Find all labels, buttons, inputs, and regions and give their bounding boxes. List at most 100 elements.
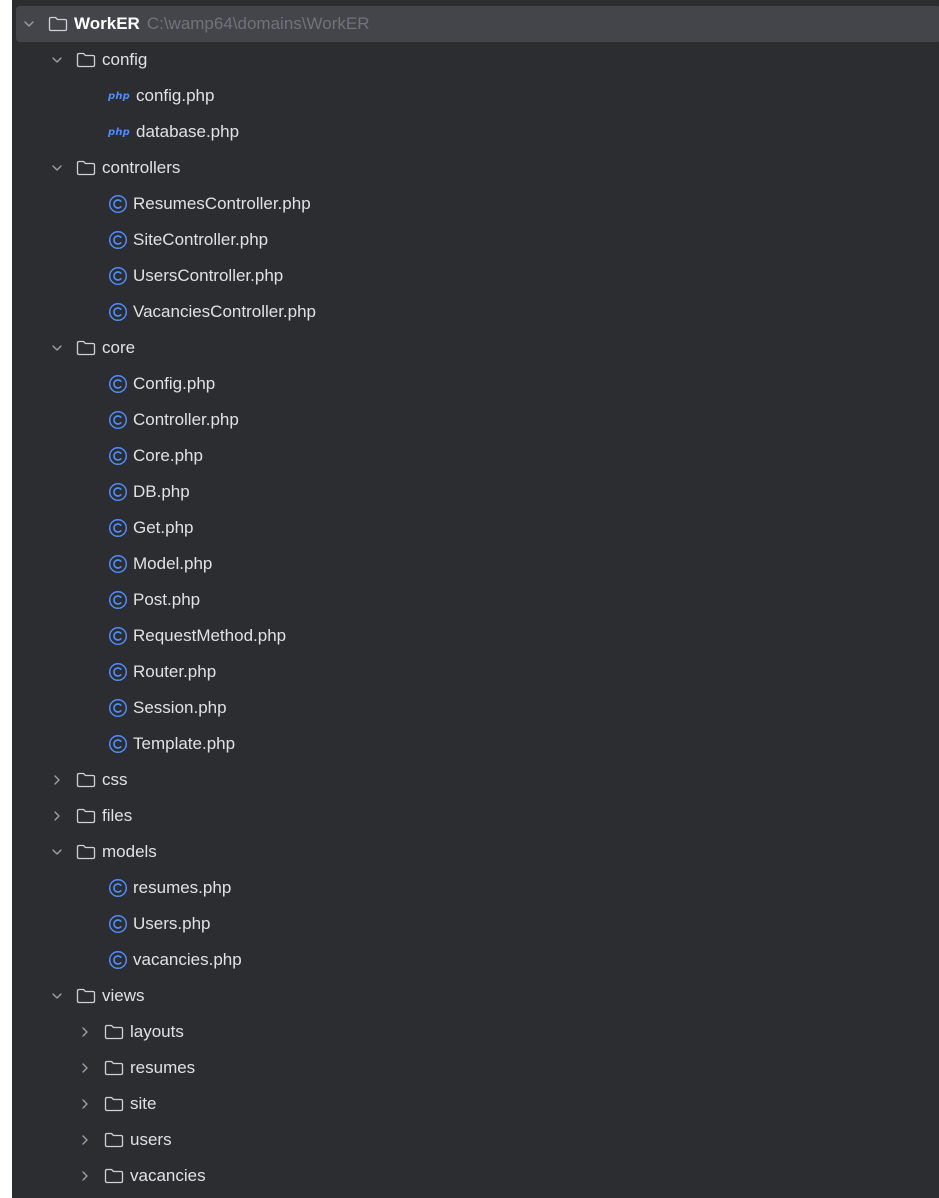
tree-item-label: SiteController.php [133, 230, 269, 249]
tree-item-config-php[interactable]: php config.php [12, 78, 214, 114]
php-file-icon: php [108, 90, 131, 102]
php-class-icon [108, 554, 128, 574]
tree-item-models[interactable]: models [12, 834, 157, 870]
chevron-right-icon[interactable] [78, 1133, 92, 1147]
tree-item-model-php[interactable]: Model.php [12, 546, 212, 582]
folder-icon [76, 844, 96, 860]
folder-icon [104, 1024, 124, 1040]
chevron-right-icon[interactable] [50, 809, 64, 823]
chevron-down-icon[interactable] [50, 53, 64, 67]
php-class-icon [108, 734, 128, 754]
folder-icon [104, 1132, 124, 1148]
tree-item-files[interactable]: files [12, 798, 132, 834]
tree-item-views-vacancies[interactable]: vacancies [12, 1158, 206, 1194]
tree-item-session-php[interactable]: Session.php [12, 690, 227, 726]
tree-item-vacanciescontroller-php[interactable]: VacanciesController.php [12, 294, 316, 330]
tree-item-label: DB.php [133, 482, 190, 501]
tree-item-label: views [102, 986, 145, 1005]
tree-item-label: models [102, 842, 157, 861]
chevron-right-icon[interactable] [78, 1061, 92, 1075]
tree-item-controller-php[interactable]: Controller.php [12, 402, 239, 438]
folder-icon [76, 52, 96, 68]
tree-item-label: UsersController.php [133, 266, 284, 285]
folder-icon [76, 772, 96, 788]
tree-item-label: Users.php [133, 914, 211, 933]
php-class-icon [108, 950, 128, 970]
tree-item-label: controllers [102, 158, 181, 177]
tree-item-template-php[interactable]: Template.php [12, 726, 235, 762]
tree-item-views-resumes[interactable]: resumes [12, 1050, 195, 1086]
tree-item-label: ResumesController.php [133, 194, 311, 213]
chevron-right-icon[interactable] [78, 1025, 92, 1039]
tree-item-core-config-php[interactable]: Config.php [12, 366, 215, 402]
tree-item-views[interactable]: views [12, 978, 145, 1014]
folder-icon [48, 16, 68, 32]
tree-item-label: vacancies.php [133, 950, 242, 969]
folder-icon [76, 160, 96, 176]
chevron-down-icon[interactable] [22, 17, 36, 31]
tree-item-label: vacancies [130, 1166, 206, 1185]
chevron-down-icon[interactable] [50, 989, 64, 1003]
tree-item-label: Controller.php [133, 410, 239, 429]
php-class-icon [108, 374, 128, 394]
tree-item-label: WorkER [74, 14, 140, 33]
tree-item-project-root[interactable]: WorkER C:\wamp64\domains\WorkER [16, 6, 939, 42]
chevron-right-icon[interactable] [78, 1097, 92, 1111]
tree-item-css[interactable]: css [12, 762, 128, 798]
tree-item-router-php[interactable]: Router.php [12, 654, 216, 690]
php-class-icon [108, 266, 128, 286]
tree-item-post-php[interactable]: Post.php [12, 582, 200, 618]
tree-item-resumes-php[interactable]: resumes.php [12, 870, 231, 906]
tree-item-label: users [130, 1130, 172, 1149]
tree-item-db-php[interactable]: DB.php [12, 474, 190, 510]
tree-item-database-php[interactable]: php database.php [12, 114, 239, 150]
tree-item-vacancies-php[interactable]: vacancies.php [12, 942, 242, 978]
tree-item-core[interactable]: core [12, 330, 135, 366]
tree-item-label: resumes [130, 1058, 196, 1077]
chevron-down-icon[interactable] [50, 341, 64, 355]
tree-item-label: Template.php [133, 734, 236, 753]
tree-item-controllers[interactable]: controllers [12, 150, 180, 186]
tree-item-label: Session.php [133, 698, 227, 717]
php-class-icon [108, 878, 128, 898]
tree-item-config[interactable]: config [12, 42, 147, 78]
tree-item-label: config.php [136, 86, 215, 105]
tree-item-label: VacanciesController.php [133, 302, 317, 321]
tree-item-label: resumes.php [133, 878, 232, 897]
php-class-icon [108, 662, 128, 682]
chevron-down-icon[interactable] [50, 845, 64, 859]
tree-item-users-php[interactable]: Users.php [12, 906, 210, 942]
chevron-right-icon[interactable] [50, 773, 64, 787]
php-class-icon [108, 410, 128, 430]
tree-item-label: files [102, 806, 133, 825]
chevron-right-icon[interactable] [78, 1169, 92, 1183]
tree-item-core-php[interactable]: Core.php [12, 438, 203, 474]
php-class-icon [108, 518, 128, 538]
tree-item-get-php[interactable]: Get.php [12, 510, 194, 546]
tree-item-label: database.php [136, 122, 240, 141]
project-tree: WorkER C:\wamp64\domains\WorkER config php c… [12, 0, 939, 1198]
php-class-icon [108, 194, 128, 214]
folder-icon [76, 988, 96, 1004]
php-class-icon [108, 698, 128, 718]
tree-item-label: site [130, 1094, 157, 1113]
project-root-path: C:\wamp64\domains\WorkER [146, 14, 370, 33]
chevron-down-icon[interactable] [50, 161, 64, 175]
folder-icon [104, 1168, 124, 1184]
tree-item-resumescontroller-php[interactable]: ResumesController.php [12, 186, 311, 222]
tree-item-label: Core.php [133, 446, 203, 465]
tree-item-sitecontroller-php[interactable]: SiteController.php [12, 222, 268, 258]
tree-item-userscontroller-php[interactable]: UsersController.php [12, 258, 283, 294]
tree-item-label: Model.php [133, 554, 213, 573]
tree-item-requestmethod-php[interactable]: RequestMethod.php [12, 618, 286, 654]
tree-item-label: core [102, 338, 136, 357]
php-class-icon [108, 230, 128, 250]
tree-item-views-site[interactable]: site [12, 1086, 156, 1122]
tree-item-views-users[interactable]: users [12, 1122, 172, 1158]
tree-item-label: Post.php [133, 590, 201, 609]
php-class-icon [108, 914, 128, 934]
tree-item-label: Router.php [133, 662, 217, 681]
folder-icon [104, 1060, 124, 1076]
tree-item-label: layouts [130, 1022, 184, 1041]
tree-item-views-layouts[interactable]: layouts [12, 1014, 184, 1050]
